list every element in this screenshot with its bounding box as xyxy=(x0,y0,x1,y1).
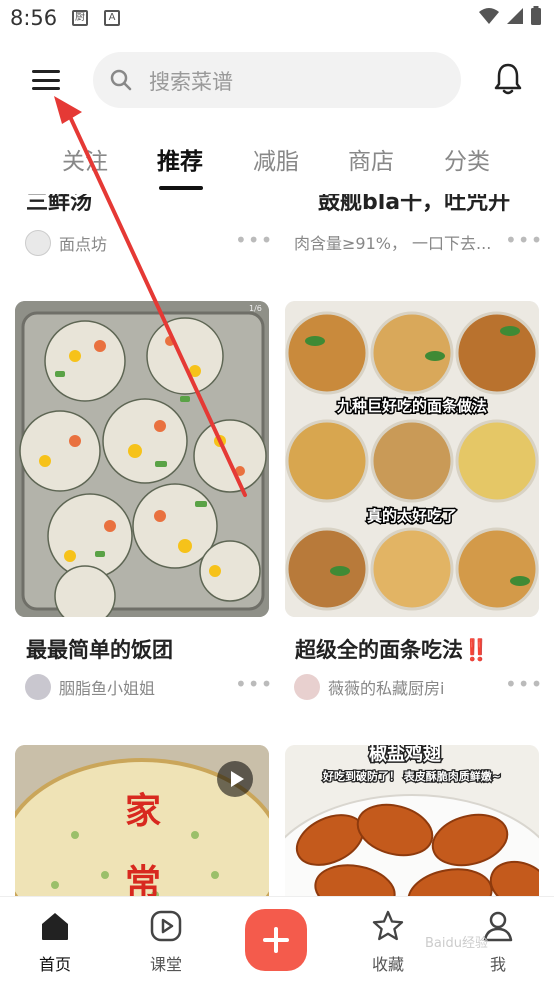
author-name[interactable]: 薇薇的私藏厨房i xyxy=(328,675,444,699)
search-icon xyxy=(110,69,132,91)
avatar[interactable] xyxy=(294,674,320,700)
tab-fat-loss[interactable]: 减脂 xyxy=(253,142,299,176)
status-bar: 8:56 厨 A xyxy=(0,0,554,38)
tab-store[interactable]: 商店 xyxy=(348,142,394,176)
home-icon xyxy=(42,913,68,940)
overlay-text: 真的太好吃了 xyxy=(367,507,457,525)
tab-follow[interactable]: 关注 xyxy=(62,142,108,176)
prev-card-desc-row: 肉含量≥91%， 一口下去... xyxy=(294,230,491,254)
recipe-card-image-noodles[interactable]: 九种巨好吃的面条做法 真的太好吃了 xyxy=(285,301,539,617)
category-tabs: 关注 推荐 减脂 商店 分类 xyxy=(0,136,554,192)
recipe-card-image-wings[interactable]: 椒盐鸡翅 好吃到破防了！ 表皮酥脆肉质鲜嫩~ xyxy=(285,745,539,896)
status-icons xyxy=(478,6,542,26)
watermark: Baidu经验 xyxy=(425,936,488,951)
active-tab-indicator xyxy=(159,186,203,190)
author-row: 薇薇的私藏厨房i xyxy=(294,674,444,700)
overlay-text-1: 家 xyxy=(125,790,161,832)
tab-category[interactable]: 分类 xyxy=(444,142,490,176)
card-description[interactable]: 肉含量≥91%， 一口下去... xyxy=(294,230,491,254)
tab-recommend[interactable]: 推荐 xyxy=(157,142,203,176)
more-options-icon[interactable]: ••• xyxy=(505,672,543,696)
font-notification-icon: A xyxy=(104,10,120,26)
author-name[interactable]: 面点坊 xyxy=(59,231,107,255)
more-options-icon[interactable]: ••• xyxy=(505,228,543,252)
overlay-text-2: 常 xyxy=(125,862,161,896)
wifi-icon xyxy=(479,8,499,24)
prev-card-title: 三鲜汤 xyxy=(26,194,93,214)
video-play-button[interactable] xyxy=(217,761,253,797)
overlay-title: 椒盐鸡翅 xyxy=(369,745,441,765)
avatar[interactable] xyxy=(25,230,51,256)
more-options-icon[interactable]: ••• xyxy=(235,228,273,252)
rice-ball-photo: 1/6 xyxy=(15,301,269,617)
author-name[interactable]: 胭脂鱼小姐姐 xyxy=(59,675,155,699)
plus-icon xyxy=(274,927,278,953)
play-icon xyxy=(231,771,244,787)
app-notification-icon: 厨 xyxy=(72,10,88,26)
nav-home-label: 首页 xyxy=(38,955,71,974)
recipe-card-title[interactable]: 超级全的面条吃法‼️ xyxy=(295,634,489,664)
play-icon xyxy=(150,910,182,942)
menu-icon-line xyxy=(32,87,60,90)
prev-card-author-row: 面点坊 xyxy=(25,230,107,256)
overlay-text: 九种巨好吃的面条做法 xyxy=(336,397,487,415)
nav-classroom-label: 课堂 xyxy=(149,955,182,974)
author-row: 胭脂鱼小姐姐 xyxy=(25,674,155,700)
overlay-subtitle: 好吃到破防了！ 表皮酥脆肉质鲜嫩~ xyxy=(322,769,501,783)
star-icon xyxy=(372,910,404,941)
more-options-icon[interactable]: ••• xyxy=(235,672,273,696)
search-placeholder: 搜索菜谱 xyxy=(149,70,233,94)
recipe-card-title[interactable]: 最最简单的饭团 xyxy=(26,634,173,664)
chicken-wings-photo: 椒盐鸡翅 好吃到破防了！ 表皮酥脆肉质鲜嫩~ xyxy=(285,745,539,896)
recipe-feed[interactable]: 三鲜汤 鼓舰bla干，吐咒开心 面点坊 ••• 肉含量≥91%， 一口下去...… xyxy=(0,194,554,896)
noodles-photo: 九种巨好吃的面条做法 真的太好吃了 xyxy=(285,301,539,617)
nav-home[interactable]: 首页 xyxy=(23,909,87,975)
add-recipe-button[interactable] xyxy=(245,909,307,971)
menu-icon-line xyxy=(32,78,60,82)
avatar[interactable] xyxy=(25,674,51,700)
nav-favorites[interactable]: 收藏 xyxy=(356,909,420,975)
image-count-badge: 1/6 xyxy=(249,304,262,313)
battery-icon xyxy=(531,6,541,25)
search-input[interactable]: 搜索菜谱 xyxy=(93,52,461,108)
status-time: 8:56 xyxy=(10,6,58,30)
nav-favorites-label: 收藏 xyxy=(371,955,404,974)
recipe-card-image-rice-balls[interactable]: 1/6 xyxy=(15,301,269,617)
menu-button[interactable] xyxy=(30,66,62,94)
bell-icon[interactable] xyxy=(493,62,523,96)
nav-me-label: 我 xyxy=(489,955,506,974)
signal-icon xyxy=(507,8,523,24)
nav-classroom[interactable]: 课堂 xyxy=(134,909,198,975)
recipe-card-image-pancake[interactable]: 家 常 xyxy=(15,745,269,896)
menu-icon-line xyxy=(32,70,60,73)
prev-card-title: 鼓舰bla干，吐咒开心 xyxy=(318,194,511,214)
